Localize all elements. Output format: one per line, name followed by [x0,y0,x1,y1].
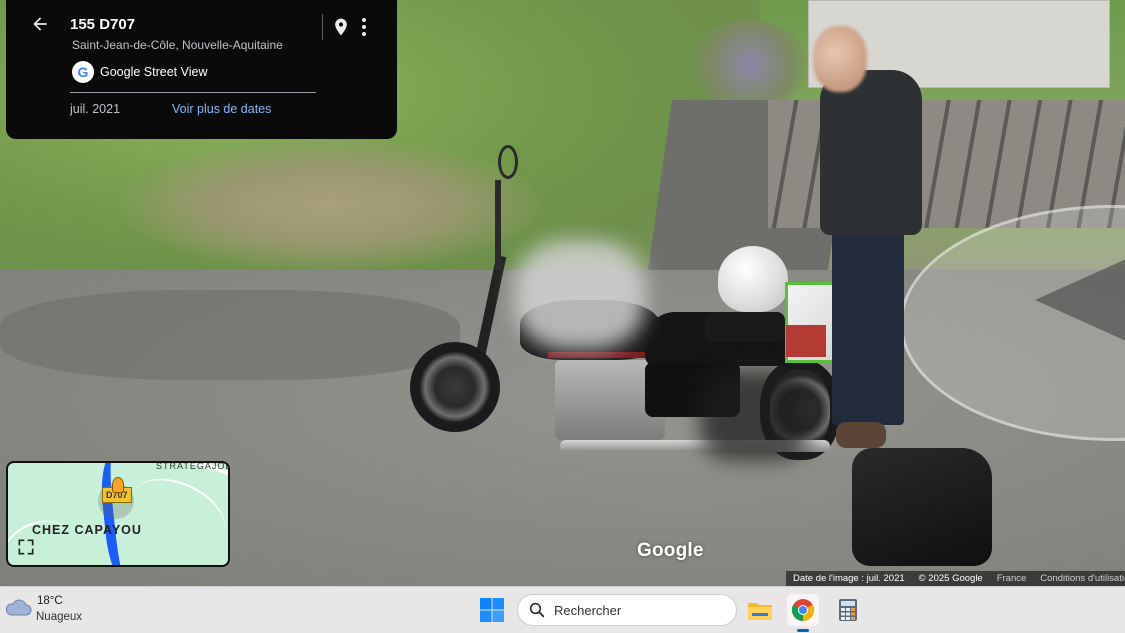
person-legs [832,225,904,425]
attribution-bar: Date de l'image : juil. 2021 © 2025 Goog… [786,571,1125,586]
taskbar-search-input[interactable]: Rechercher [517,594,737,626]
minimap[interactable]: D707 STRATEGAJOL CHEZ CAPAYOU [6,461,230,567]
map-place-label: CHEZ CAPAYOU [32,523,142,537]
windows-start-icon[interactable] [479,597,505,623]
privacy-blur [515,240,645,350]
more-vert-icon[interactable] [356,15,372,39]
cloud-icon[interactable] [4,597,32,617]
gloves [705,312,785,342]
chrome-icon[interactable] [787,594,819,626]
person-jacket [820,70,922,235]
helmet [718,246,788,312]
person-head-blurred [813,26,867,92]
search-icon [529,602,545,618]
motorcycle-front-wheel [410,342,500,432]
windows-taskbar: 18°C Nuageux Rechercher [0,586,1125,633]
fullscreen-icon[interactable] [16,537,36,557]
arrow-left-icon [33,17,47,31]
map-place-label: STRATEGAJOL [156,461,230,471]
capture-date: juil. 2021 [70,102,121,116]
privacy-blur [700,370,810,460]
google-logo-letter: G [77,64,89,80]
location-info-card: 155 D707 Saint-Jean-de-Côle, Nouvelle-Aq… [6,0,397,139]
terms-link[interactable]: Conditions d'utilisation [1033,573,1125,584]
map-pin-icon[interactable] [331,15,351,39]
region-link[interactable]: France [990,573,1034,584]
image-date: Date de l'image : juil. 2021 [793,573,905,584]
copyright: © 2025 Google [918,573,983,584]
google-watermark: Google [637,540,704,561]
card-divider [322,14,323,40]
weather-condition[interactable]: Nuageux [36,611,82,623]
weather-temperature[interactable]: 18°C [37,595,63,607]
dirt-patch [120,140,540,270]
motorcycle-handlebar [495,180,529,270]
box-label [786,325,826,357]
brand-row: G Google Street View [72,61,207,83]
motorcycle-mirror [498,145,518,179]
flower-bush [690,20,810,110]
place-subtitle: Saint-Jean-de-Côle, Nouvelle-Aquitaine [72,38,283,52]
calculator-icon[interactable] [832,594,864,626]
navigation-arrow-icon[interactable] [1035,255,1125,345]
pegman-icon[interactable] [112,477,124,493]
file-explorer-icon[interactable] [744,594,776,626]
road-shadow [0,290,460,380]
google-logo-icon: G [72,61,94,83]
search-placeholder: Rechercher [554,602,622,618]
place-title: 155 D707 [70,16,136,33]
card-separator [70,92,316,93]
person-shoe [836,422,886,448]
black-bag [852,448,992,566]
brand-label: Google Street View [100,65,208,79]
back-button[interactable] [28,14,52,38]
see-more-dates-link[interactable]: Voir plus de dates [172,102,271,116]
